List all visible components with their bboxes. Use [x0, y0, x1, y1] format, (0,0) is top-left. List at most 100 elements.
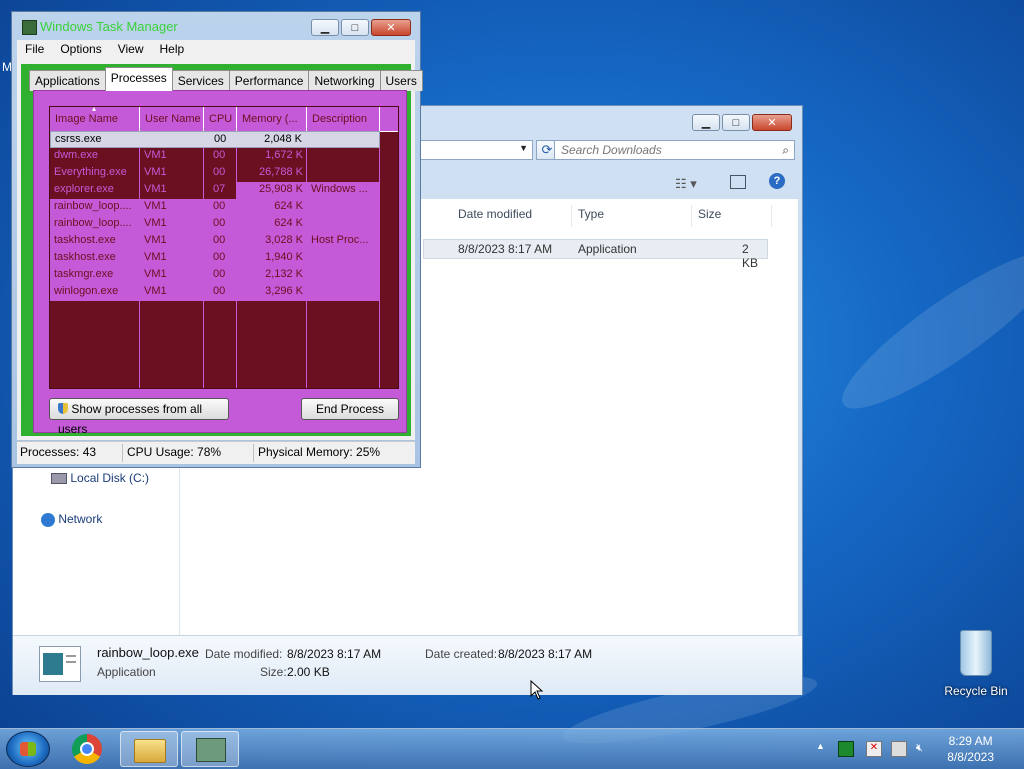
process-row[interactable]: rainbow_loop.... VM1 00 624 K	[50, 199, 380, 216]
minimize-button[interactable]: ▁	[311, 19, 339, 36]
mouse-cursor-icon	[530, 680, 544, 700]
file-row[interactable]: 8/8/2023 8:17 AM Application 2 KB	[423, 239, 768, 270]
tab-applications[interactable]: Applications	[29, 70, 106, 91]
column-memory[interactable]: Memory (...	[237, 107, 307, 131]
process-cpu: 00	[213, 149, 226, 161]
close-button[interactable]: ✕	[371, 19, 411, 36]
search-input[interactable]: Search Downloads ⌕	[554, 140, 795, 160]
file-date: 8/8/2023 8:17 AM	[458, 242, 553, 256]
process-memory: 1,672 K	[265, 149, 303, 161]
process-cpu: 00	[214, 133, 227, 145]
process-description: Windows ...	[311, 183, 368, 195]
network-status-icon[interactable]	[891, 741, 907, 757]
maximize-button[interactable]: □	[341, 19, 369, 36]
process-list[interactable]: Image Name ▴ User Name CPU Memory (... D…	[49, 106, 399, 389]
menu-help[interactable]: Help	[152, 40, 193, 60]
address-dropdown-icon[interactable]: ▼	[519, 143, 528, 153]
show-all-processes-label: Show processes from all users	[58, 402, 203, 436]
process-user: VM1	[144, 285, 167, 297]
status-processes: Processes: 43	[20, 445, 97, 459]
recycle-bin[interactable]: Recycle Bin	[944, 630, 1008, 698]
process-row[interactable]: dwm.exe VM1 00 1,672 K	[50, 148, 380, 165]
process-row[interactable]: Everything.exe VM1 00 26,788 K	[50, 165, 380, 182]
column-size[interactable]: Size	[692, 205, 772, 227]
details-size: 2.00 KB	[287, 665, 330, 679]
start-button[interactable]	[6, 731, 50, 767]
menu-view[interactable]: View	[110, 40, 152, 60]
nav-item-network[interactable]: Network	[41, 512, 102, 527]
process-memory: 3,028 K	[265, 234, 303, 246]
details-date-created-label: Date created:	[425, 647, 498, 661]
process-cpu: 00	[213, 217, 226, 229]
process-row[interactable]: taskhost.exe VM1 00 1,940 K	[50, 250, 380, 267]
end-process-button[interactable]: End Process	[301, 398, 399, 420]
details-date-modified: 8/8/2023 8:17 AM	[287, 647, 382, 661]
volume-muted-icon[interactable]: 🔇︎	[916, 741, 930, 755]
column-description[interactable]: Description	[307, 107, 380, 131]
menu-file[interactable]: File	[17, 40, 52, 60]
details-date-modified-label: Date modified:	[205, 647, 283, 661]
search-placeholder: Search Downloads	[561, 143, 662, 157]
taskbar-task-manager[interactable]	[181, 731, 239, 767]
process-row[interactable]: taskhost.exe VM1 00 3,028 K Host Proc...	[50, 233, 380, 250]
explorer-close-button[interactable]: ✕	[752, 114, 792, 131]
tray-app-icon[interactable]	[838, 741, 854, 757]
nav-item-label: Local Disk (C:)	[70, 471, 150, 485]
windows-logo-icon	[20, 742, 36, 756]
refresh-icon: ⟳	[541, 142, 553, 157]
process-row[interactable]: explorer.exe VM1 07 25,908 K Windows ...	[50, 182, 380, 199]
tab-users[interactable]: Users	[379, 70, 423, 91]
process-user: VM1	[144, 217, 167, 229]
explorer-maximize-button[interactable]: □	[722, 114, 750, 131]
menu-bar: File Options View Help	[17, 40, 415, 60]
column-cpu[interactable]: CPU	[204, 107, 237, 131]
process-row[interactable]: rainbow_loop.... VM1 00 624 K	[50, 216, 380, 233]
view-options-icon[interactable]: ☷ ▾	[675, 176, 697, 192]
explorer-minimize-button[interactable]: ▁	[692, 114, 720, 131]
column-date-modified[interactable]: Date modified	[452, 205, 572, 227]
action-center-icon[interactable]: ✕	[866, 741, 882, 757]
chrome-icon	[72, 734, 102, 764]
process-memory: 624 K	[274, 217, 303, 229]
process-memory: 1,940 K	[265, 251, 303, 263]
help-icon[interactable]: ?	[769, 173, 785, 189]
menu-options[interactable]: Options	[52, 40, 109, 60]
details-date-created: 8/8/2023 8:17 AM	[498, 647, 593, 661]
processes-panel: Image Name ▴ User Name CPU Memory (... D…	[33, 90, 407, 436]
details-type: Application	[97, 665, 156, 679]
nav-item-local-disk[interactable]: Local Disk (C:)	[51, 471, 149, 485]
drive-icon	[51, 473, 67, 485]
tab-services[interactable]: Services	[171, 70, 230, 91]
process-cpu: 00	[213, 285, 226, 297]
show-hidden-icons-icon[interactable]: ▲	[816, 741, 825, 751]
process-memory: 25,908 K	[258, 183, 303, 195]
address-bar[interactable]: ▼	[418, 140, 533, 160]
preview-pane-icon[interactable]	[730, 175, 746, 189]
process-row[interactable]: winlogon.exe VM1 00 3,296 K	[50, 284, 380, 301]
show-all-processes-button[interactable]: Show processes from all users	[49, 398, 229, 436]
window-title: Windows Task Manager	[40, 19, 178, 34]
process-name: rainbow_loop....	[54, 200, 132, 212]
process-row[interactable]: taskmgr.exe VM1 00 2,132 K	[50, 267, 380, 284]
column-type[interactable]: Type	[572, 205, 692, 227]
tab-performance[interactable]: Performance	[228, 70, 310, 91]
taskbar-explorer[interactable]	[120, 731, 178, 767]
tab-processes[interactable]: Processes	[104, 67, 173, 91]
process-name: rainbow_loop....	[54, 217, 132, 229]
task-manager-window[interactable]: Windows Task Manager ▁ □ ✕ File Options …	[11, 11, 423, 468]
column-user-name[interactable]: User Name	[140, 107, 204, 131]
process-user: VM1	[144, 268, 167, 280]
tm-window-controls: ▁ □ ✕	[311, 19, 411, 36]
process-name: taskhost.exe	[54, 234, 116, 246]
process-user: VM1	[144, 251, 167, 263]
process-name: winlogon.exe	[54, 285, 119, 297]
process-memory: 3,296 K	[265, 285, 303, 297]
process-name: taskhost.exe	[54, 251, 116, 263]
folder-icon	[134, 739, 166, 763]
process-row[interactable]: csrss.exe 00 2,048 K	[50, 131, 380, 148]
tab-networking[interactable]: Networking	[308, 70, 381, 91]
shield-icon	[58, 403, 68, 414]
taskbar-chrome[interactable]	[60, 731, 118, 767]
task-manager-client: Applications Processes Services Performa…	[17, 60, 423, 440]
system-clock[interactable]: 8:29 AM 8/8/2023	[947, 733, 994, 765]
